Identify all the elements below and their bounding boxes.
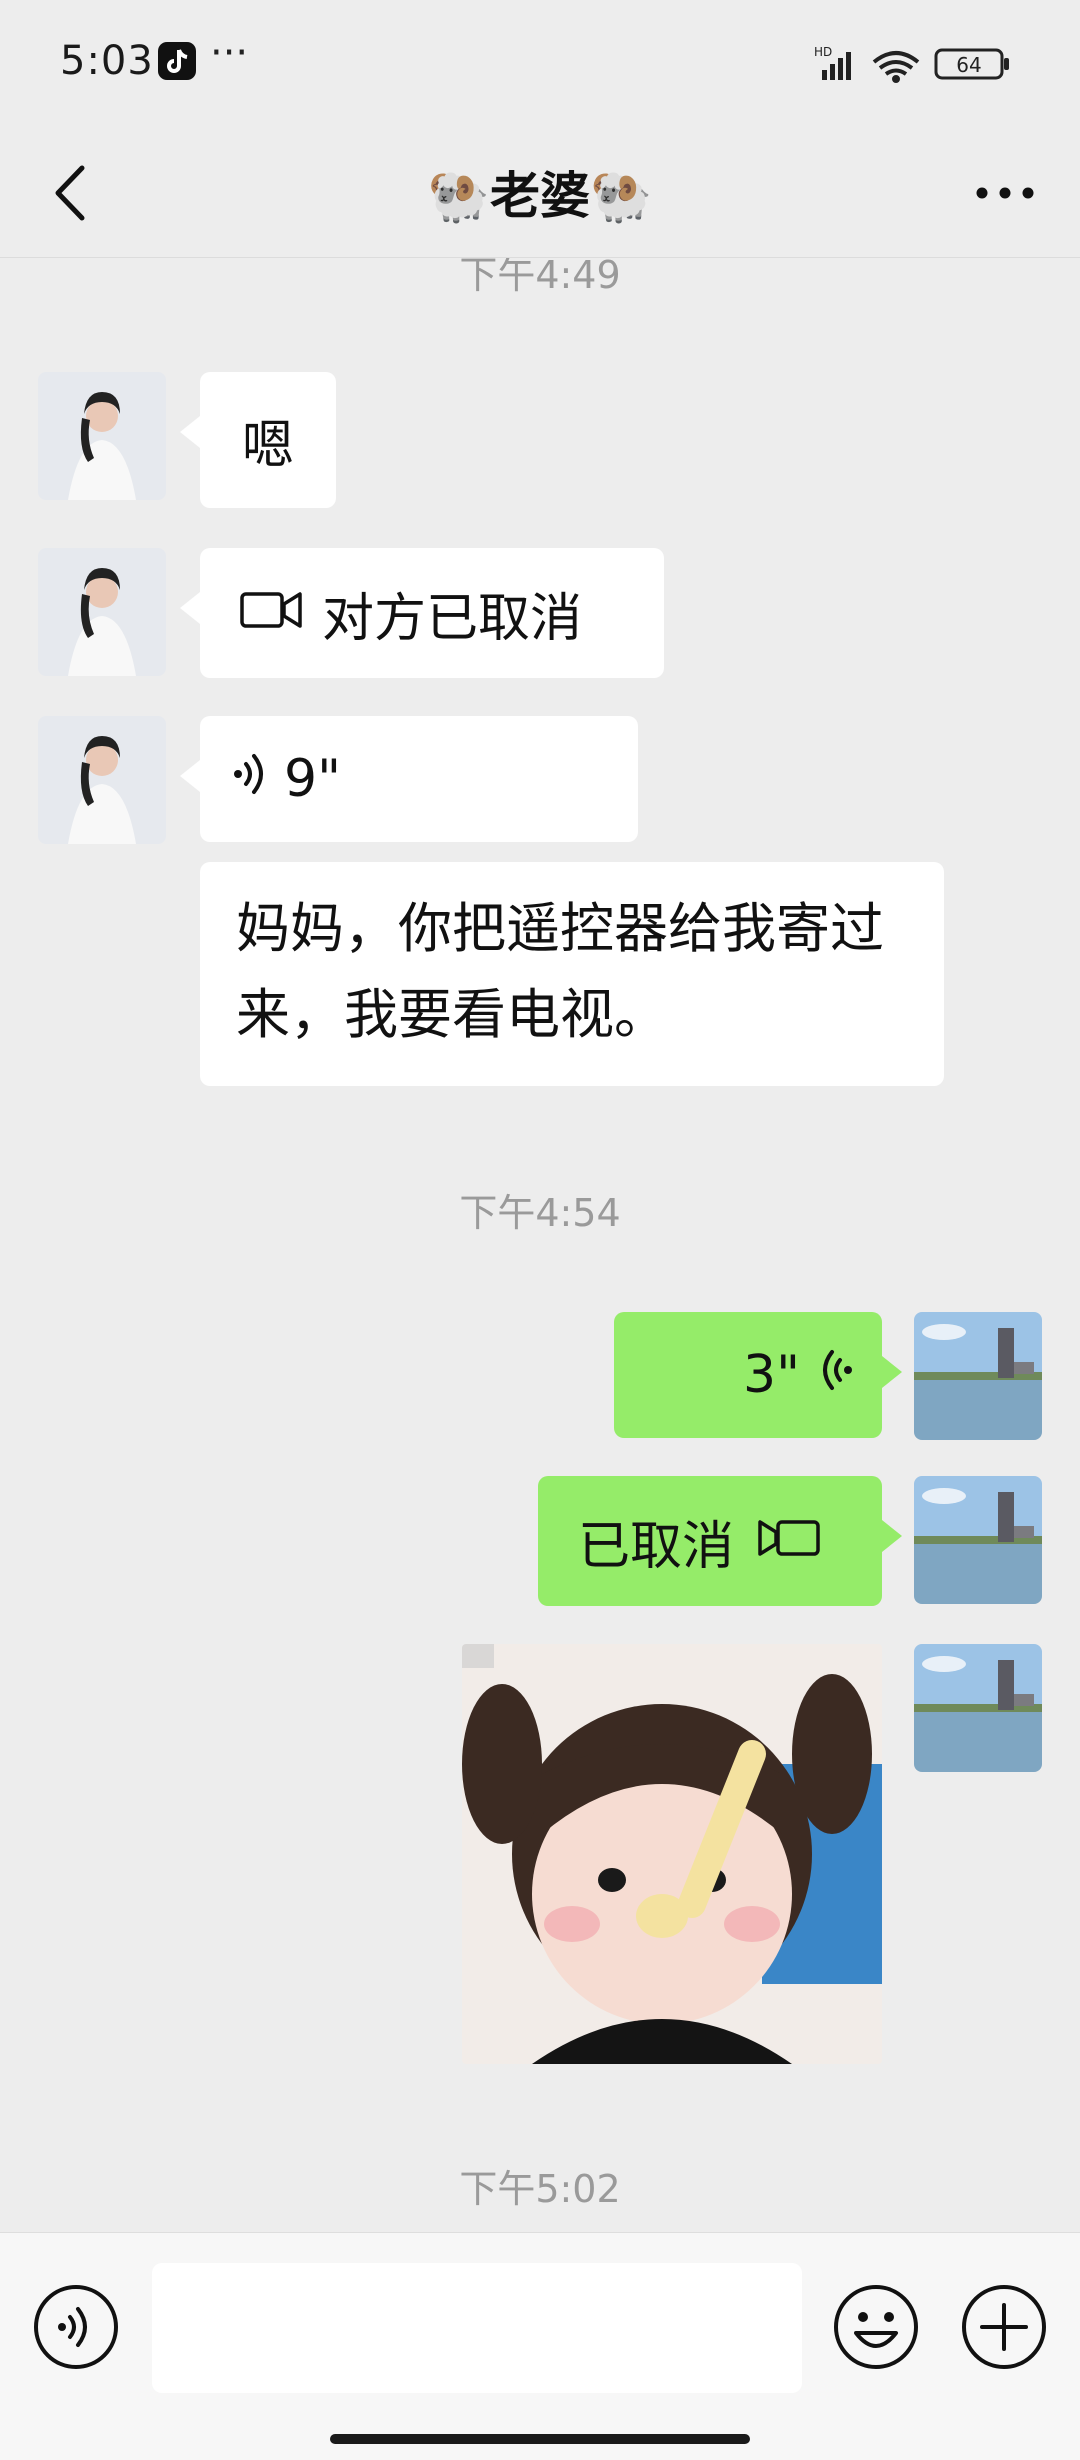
video-call-message[interactable]: 对方已取消	[180, 548, 664, 678]
incoming-message[interactable]: 嗯	[180, 372, 336, 508]
my-avatar[interactable]	[914, 1312, 1042, 1440]
timestamp: 下午4:54	[459, 1191, 621, 1235]
voice-wave-icon	[816, 1345, 856, 1405]
timestamp: 下午4:49	[459, 258, 621, 297]
plus-icon[interactable]	[960, 2283, 1048, 2371]
more-dots-icon[interactable]	[970, 168, 1040, 218]
outgoing-video-call-message[interactable]: 已取消	[538, 1476, 902, 1606]
wifi-icon	[872, 51, 920, 83]
status-indicators: HD 64	[814, 44, 1024, 84]
input-bar	[0, 2232, 1080, 2460]
voice-wave-icon	[230, 749, 270, 809]
voice-duration: 9"	[284, 749, 342, 809]
battery-icon: 64	[934, 48, 1009, 80]
voice-toggle-icon[interactable]	[32, 2283, 120, 2371]
sticker-image[interactable]	[462, 1644, 882, 2064]
status-overflow-dots: ···	[210, 30, 249, 76]
my-avatar[interactable]	[914, 1476, 1042, 1604]
home-indicator[interactable]	[330, 2434, 750, 2444]
chat-title: 🐏老婆🐏	[427, 167, 653, 225]
status-bar: 5:03 ··· HD 64	[0, 0, 1080, 128]
emoji-icon[interactable]	[832, 2283, 920, 2371]
video-camera-icon	[240, 583, 302, 643]
timestamp: 下午5:02	[459, 2167, 621, 2211]
status-time: 5:03	[60, 38, 154, 84]
transcript-text: 妈妈，你把遥控器给我寄过来，我要看电视。	[236, 897, 884, 1046]
my-avatar[interactable]	[914, 1644, 1042, 1772]
voice-transcript[interactable]: 妈妈，你把遥控器给我寄过来，我要看电视。	[200, 862, 944, 1086]
contact-avatar[interactable]	[38, 716, 166, 844]
video-camera-icon	[758, 1511, 820, 1571]
contact-avatar[interactable]	[38, 548, 166, 676]
chat-header: 🐏老婆🐏	[0, 128, 1080, 258]
message-text: 对方已取消	[322, 588, 583, 649]
contact-avatar[interactable]	[38, 372, 166, 500]
message-text: 已取消	[578, 1516, 735, 1577]
outgoing-voice-message[interactable]: 3"	[614, 1312, 902, 1438]
message-text: 嗯	[241, 415, 294, 476]
battery-level: 64	[956, 53, 981, 77]
message-list[interactable]: 下午4:49 嗯 对方已取消 9" 妈妈，你把遥控器给我寄过来，我要看电视。 下…	[0, 258, 1080, 2232]
voice-message[interactable]: 9"	[180, 716, 638, 842]
network-badge: HD	[814, 45, 832, 59]
message-input[interactable]	[152, 2263, 802, 2393]
voice-duration: 3"	[742, 1345, 800, 1405]
tiktok-notification-icon	[158, 42, 196, 80]
